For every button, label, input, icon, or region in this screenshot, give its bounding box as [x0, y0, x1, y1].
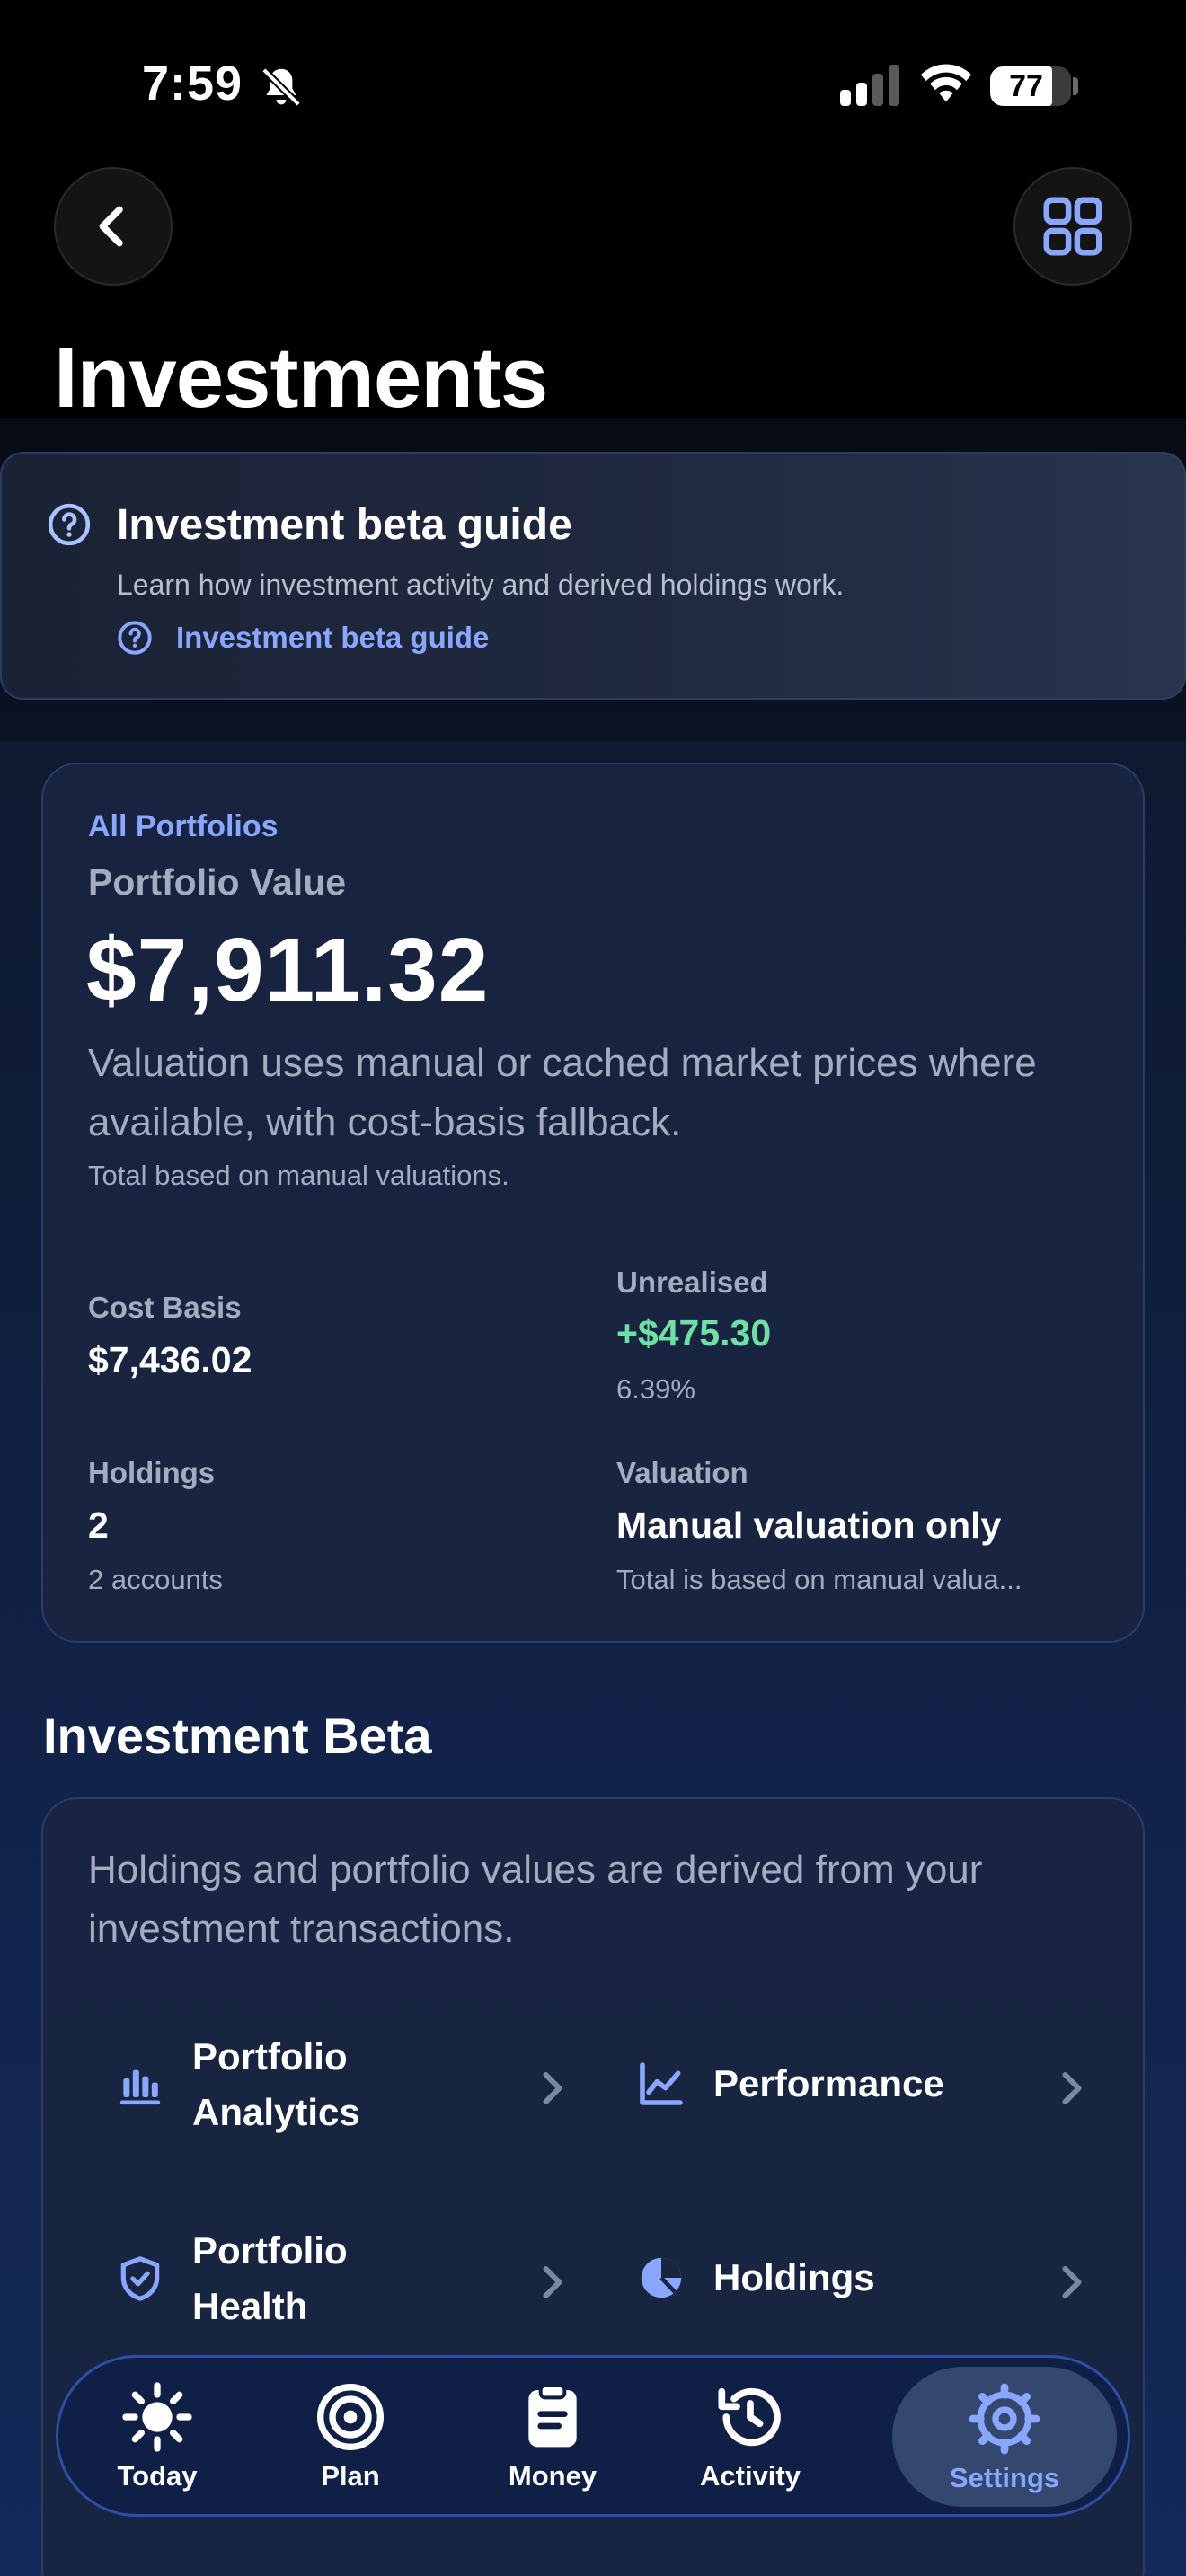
- unrealised-value: +$475.30: [616, 1312, 772, 1354]
- investment-beta-heading: Investment Beta: [43, 1707, 432, 1764]
- shield-check-icon: [120, 2256, 160, 2301]
- tab-plan[interactable]: Plan: [256, 2358, 445, 2514]
- target-icon: [317, 2384, 384, 2450]
- line-chart-icon: [640, 2062, 683, 2105]
- tab-label: Plan: [321, 2460, 380, 2492]
- battery-indicator: 77: [990, 66, 1071, 106]
- grid-icon: [1043, 197, 1102, 256]
- portfolio-summary-card: All Portfolios Portfolio Value $7,911.32…: [41, 763, 1145, 1643]
- tab-activity[interactable]: Activity: [651, 2358, 849, 2514]
- tile-label-line2: Health: [192, 2285, 308, 2327]
- tile-label-line2: Analytics: [192, 2091, 360, 2133]
- tile-label: Performance: [713, 2062, 944, 2104]
- valuation-sub: Total is based on manual valua...: [616, 1564, 1022, 1595]
- signal-icon: [840, 65, 899, 106]
- tab-settings[interactable]: Settings: [892, 2367, 1117, 2507]
- grid-view-button[interactable]: [1013, 167, 1132, 286]
- portfolio-value-label: Portfolio Value: [88, 861, 347, 903]
- tab-money[interactable]: Money: [454, 2358, 651, 2514]
- portfolio-scope[interactable]: All Portfolios: [88, 809, 279, 844]
- cost-basis-label: Cost Basis: [88, 1291, 242, 1324]
- gear-icon: [969, 2383, 1040, 2455]
- pie-chart-icon: [641, 2257, 682, 2298]
- status-time: 7:59: [142, 57, 243, 110]
- wifi-icon: [920, 64, 972, 102]
- guide-description: Learn how investment activity and derive…: [117, 569, 845, 601]
- question-circle-icon: [118, 621, 152, 655]
- back-button[interactable]: [54, 167, 173, 286]
- performance-tile[interactable]: Performance: [636, 2056, 1085, 2112]
- tile-label: Holdings: [713, 2256, 875, 2298]
- guide-link[interactable]: Investment beta guide: [117, 615, 489, 660]
- history-icon: [718, 2387, 781, 2447]
- clipboard-icon: [528, 2384, 577, 2448]
- tab-label: Settings: [949, 2462, 1060, 2493]
- cost-basis-value: $7,436.02: [88, 1339, 252, 1381]
- chevron-left-icon: [99, 206, 123, 247]
- holdings-count: 2: [88, 1504, 109, 1546]
- guide-title: Investment beta guide: [117, 501, 572, 549]
- tab-label: Today: [117, 2460, 198, 2492]
- chevron-right-icon: [543, 2266, 562, 2298]
- investment-beta-guide-banner: Investment beta guide Learn how investme…: [0, 452, 1186, 700]
- question-circle-icon: [48, 503, 91, 546]
- tab-label: Money: [508, 2460, 597, 2492]
- tile-label-line1: Portfolio: [192, 2229, 348, 2272]
- chevron-right-icon: [1062, 2072, 1082, 2104]
- valuation-label: Valuation: [616, 1456, 748, 1489]
- holdings-accounts: 2 accounts: [88, 1564, 223, 1595]
- unrealised-percent: 6.39%: [616, 1373, 695, 1405]
- beta-description: Holdings and portfolio values are derive…: [88, 1848, 983, 1951]
- tab-bar: Today Plan Money Activity Settings: [56, 2355, 1130, 2517]
- page-title: Investments: [54, 330, 548, 426]
- tab-today[interactable]: Today: [58, 2358, 256, 2514]
- sun-icon: [122, 2382, 192, 2452]
- unrealised-label: Unrealised: [616, 1266, 768, 1299]
- chevron-right-icon: [543, 2072, 562, 2104]
- bell-off-icon: [261, 67, 301, 107]
- holdings-label: Holdings: [88, 1456, 216, 1489]
- tab-label: Activity: [700, 2460, 801, 2492]
- valuation-description: Valuation uses manual or cached market p…: [88, 1041, 1037, 1144]
- valuation-value: Manual valuation only: [616, 1504, 1002, 1546]
- holdings-tile[interactable]: Holdings: [636, 2250, 1085, 2306]
- portfolio-value: $7,911.32: [86, 920, 490, 1020]
- bar-chart-icon: [119, 2069, 161, 2105]
- guide-link-label: Investment beta guide: [176, 621, 490, 654]
- tile-label-line1: Portfolio: [192, 2035, 348, 2078]
- valuation-note: Total based on manual valuations.: [88, 1160, 509, 1191]
- chevron-right-icon: [1062, 2266, 1082, 2298]
